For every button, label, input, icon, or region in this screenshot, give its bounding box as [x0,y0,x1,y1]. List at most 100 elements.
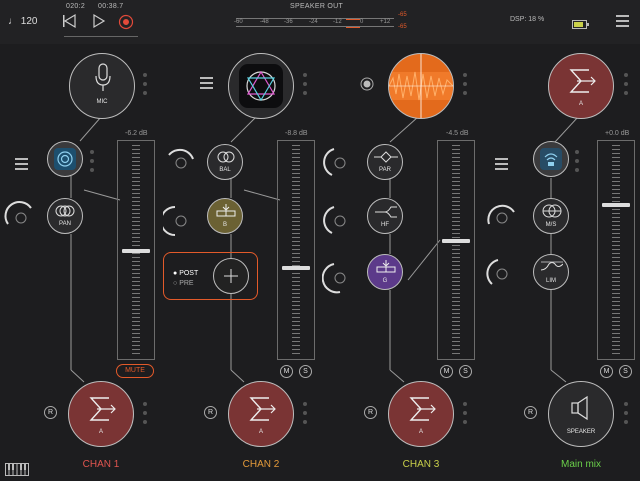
sigma-icon [409,397,436,421]
chan1-effect-dots [90,150,94,177]
radio-icon [360,77,374,91]
main-ms-node[interactable]: M/S [533,198,569,234]
pre-label: PRE [179,280,194,287]
chan3-hf-node[interactable]: HF [367,198,403,234]
chan1-effect-node[interactable] [47,141,83,177]
chan2-fader-db: -8.8 dB [285,130,308,137]
ms-label: M/S [545,222,557,228]
main-lim-node[interactable]: LIM [533,254,569,290]
chan1-menu-button[interactable] [15,158,28,173]
chan3-fader[interactable] [437,140,475,360]
bus-a-label: A [578,101,583,107]
app-level-dots [303,73,307,100]
fader-send-icon [216,204,236,217]
chan2-bus-node[interactable]: A [228,381,294,447]
chan2-record-arm[interactable]: R [204,406,217,419]
chan3-g-node[interactable]: G [367,254,403,290]
high-filter-icon [375,206,397,218]
app-icon [239,64,283,108]
chan3-record-arm[interactable]: R [364,406,377,419]
chan2-name[interactable]: CHAN 2 [211,459,311,470]
chan2-bus-label: A [258,429,263,435]
mic-label: MIC [96,99,108,105]
chan1-name[interactable]: CHAN 1 [51,459,151,470]
main-mute-button[interactable]: M [600,365,613,378]
fader-handle[interactable] [122,249,150,253]
file-level-dots [463,73,467,100]
bus-a-node[interactable]: A [548,53,614,119]
chan1-fader-db: -6.2 dB [125,130,148,137]
plus-icon [224,269,238,283]
knob-icon [487,204,515,225]
chan1-fader[interactable] [117,140,155,360]
bal-label: BAL [219,167,231,173]
chan3-knob-2[interactable] [322,203,358,244]
fader-handle[interactable] [602,203,630,208]
chan2-knob-1[interactable] [163,145,199,186]
fader-handle[interactable] [282,265,310,270]
balance-icon [217,151,235,163]
fader-handle[interactable] [442,238,470,243]
knob-icon [323,206,346,234]
chan3-select-button[interactable] [360,77,374,96]
main-mix-name[interactable]: Main mix [531,459,631,470]
speaker-output-node[interactable]: SPEAKER [548,381,614,447]
b-label: B [222,222,227,228]
waveform-icon [389,54,453,118]
main-record-arm[interactable]: R [524,406,537,419]
add-send-node[interactable] [213,258,249,294]
chan3-mute-button[interactable]: M [440,365,453,378]
fader-track [612,145,620,355]
main-fader[interactable] [597,140,635,360]
chan2-b-node[interactable]: B [207,198,243,234]
chan1-record-arm[interactable]: R [44,406,57,419]
fader-send-icon [376,260,396,273]
mic-input-node[interactable]: MIC [69,53,135,119]
chan2-mute-button[interactable]: M [280,365,293,378]
audio-file-node[interactable] [388,53,454,119]
knob-icon [168,148,194,169]
chan3-knob-1[interactable] [322,145,358,186]
chan3-bus-dots [463,402,467,429]
keyboard-button[interactable] [5,463,29,481]
pan-icon [55,205,75,217]
main-solo-button[interactable]: S [619,365,632,378]
limiter-icon [541,261,563,271]
chan3-solo-button[interactable]: S [459,365,472,378]
chan3-knob-3[interactable] [321,260,358,301]
pre-option[interactable]: ○ PRE [173,280,194,287]
chan3-name[interactable]: CHAN 3 [371,459,471,470]
knob-icon [486,259,508,285]
speaker-label: SPEAKER [566,429,596,435]
chan1-bus-dots [143,402,147,429]
fader-track [452,145,460,355]
app-source-node[interactable] [228,53,294,119]
chan3-bus-node[interactable]: A [388,381,454,447]
chan2-knob-2[interactable] [160,203,199,244]
chan2-solo-button[interactable]: S [299,365,312,378]
main-knob-2[interactable] [484,256,520,297]
main-effect-node[interactable] [533,141,569,177]
knob-icon [4,201,32,225]
chan2-menu-button[interactable] [200,77,213,92]
fader-track [292,145,300,355]
pan-label: PAN [59,221,71,227]
chan1-mute-button[interactable]: MUTE [116,364,154,378]
chan3-par-node[interactable]: PAR [367,144,403,180]
chan2-bal-node[interactable]: BAL [207,144,243,180]
mid-side-icon [542,204,562,218]
chan1-bus-node[interactable]: A [68,381,134,447]
main-effect-dots [575,150,579,177]
main-knob-1[interactable] [484,200,520,241]
sigma-icon [89,397,116,421]
chan1-pan-knob[interactable] [3,200,39,241]
chan1-pan-node[interactable]: PAN [47,198,83,234]
knob-icon [321,263,346,294]
chan2-fader[interactable] [277,140,315,360]
post-option[interactable]: ● POST [173,270,198,277]
chan2-bus-dots [303,402,307,429]
chan3-bus-label: A [418,429,423,435]
piano-keyboard-icon [5,463,29,476]
main-chan-menu-button[interactable] [495,158,508,173]
lim-label: LIM [545,278,556,284]
